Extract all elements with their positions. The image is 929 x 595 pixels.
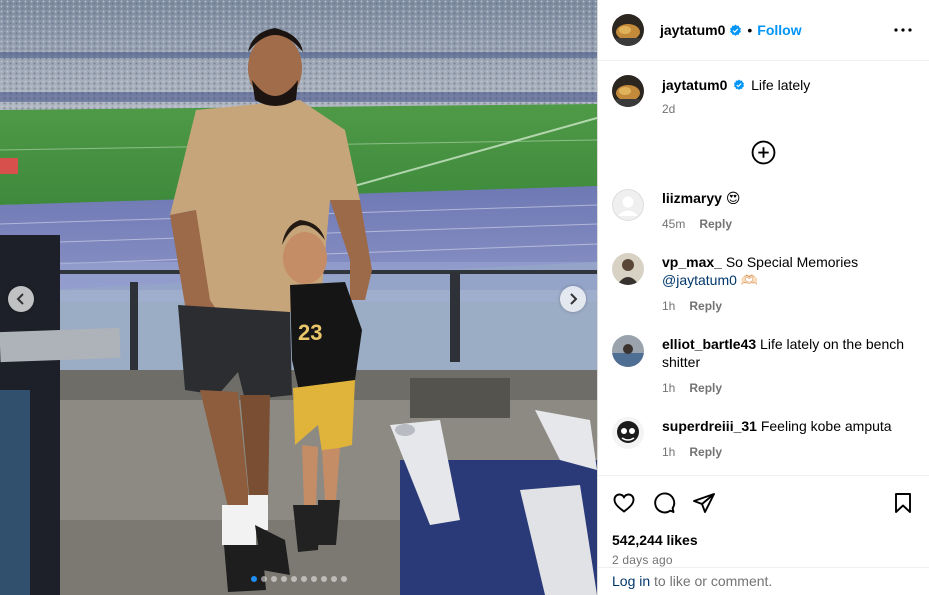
caption-age: 2d xyxy=(662,102,676,116)
login-prompt: Log in to like or comment. xyxy=(598,567,929,595)
caption-username[interactable]: jaytatum0 xyxy=(662,77,727,93)
carousel-dot xyxy=(250,576,257,582)
comment-icon[interactable] xyxy=(652,491,676,515)
post-media[interactable]: 23 xyxy=(0,0,597,595)
comment-age: 45m xyxy=(662,217,686,231)
comment-username[interactable]: superdreiii_31 xyxy=(662,418,757,434)
comment-text: Feeling kobe amputa xyxy=(760,418,892,434)
svg-text:23: 23 xyxy=(298,320,322,345)
login-link[interactable]: Log in xyxy=(612,573,650,589)
comment-item: vp_max_ So Special Memories @jaytatum0 🫶🏻… xyxy=(612,253,915,315)
verified-badge-icon xyxy=(730,24,742,36)
comment-username[interactable]: vp_max_ xyxy=(662,254,722,270)
carousel-dot xyxy=(330,576,337,582)
carousel-indicator xyxy=(0,576,597,582)
comment-item: superdreiii_31 Feeling kobe amputa 1h Rep… xyxy=(612,417,915,461)
add-circle-icon xyxy=(751,140,776,165)
photo-avatar[interactable] xyxy=(612,335,644,367)
post-timestamp: 2 days ago xyxy=(612,553,673,567)
photo-avatar[interactable] xyxy=(612,253,644,285)
default-avatar[interactable] xyxy=(612,189,644,221)
chevron-right-icon xyxy=(570,293,578,305)
author-avatar[interactable] xyxy=(612,14,644,46)
bookmark-icon[interactable] xyxy=(891,491,915,515)
comment-age: 1h xyxy=(662,381,676,395)
post-photo: 23 xyxy=(0,0,597,595)
photo-avatar[interactable] xyxy=(612,417,644,449)
heart-icon[interactable] xyxy=(612,491,636,515)
comment-item: elliot_bartle43 Life lately on the bench… xyxy=(612,335,915,397)
post-header: jaytatum0 • Follow xyxy=(598,0,929,61)
comment-text: 😍 xyxy=(725,190,741,206)
carousel-dot xyxy=(320,576,327,582)
load-more-comments-button[interactable] xyxy=(612,140,915,165)
carousel-next-button[interactable] xyxy=(560,286,586,312)
comments-list[interactable]: jaytatum0 Life lately 2d liizmaryy 😍 45m xyxy=(598,61,929,475)
share-icon[interactable] xyxy=(692,491,716,515)
reply-button[interactable]: Reply xyxy=(689,443,722,461)
carousel-dot xyxy=(260,576,267,582)
post-actions: 542,244 likes 2 days ago Log in to like … xyxy=(598,475,929,595)
comment-username[interactable]: liizmaryy xyxy=(662,190,722,206)
reply-button[interactable]: Reply xyxy=(689,297,722,315)
comment-mention-link[interactable]: @jaytatum0 xyxy=(662,272,737,288)
comment-age: 1h xyxy=(662,299,676,313)
reply-button[interactable]: Reply xyxy=(699,215,732,233)
comment-username[interactable]: elliot_bartle43 xyxy=(662,336,756,352)
carousel-prev-button[interactable] xyxy=(8,286,34,312)
comment-item: liizmaryy 😍 45m Reply xyxy=(612,189,915,233)
author-avatar[interactable] xyxy=(612,75,644,107)
header-separator: • xyxy=(747,22,753,38)
action-icons xyxy=(612,488,915,518)
carousel-dot xyxy=(280,576,287,582)
post-caption: jaytatum0 Life lately 2d xyxy=(612,75,915,118)
comment-age: 1h xyxy=(662,445,676,459)
likes-count[interactable]: 542,244 likes xyxy=(612,532,915,548)
carousel-dot xyxy=(310,576,317,582)
reply-button[interactable]: Reply xyxy=(689,379,722,397)
post-sidebar: jaytatum0 • Follow jaytatum0 Life lately xyxy=(597,0,929,595)
follow-button[interactable]: Follow xyxy=(757,22,801,38)
carousel-dot xyxy=(290,576,297,582)
login-prompt-text: to like or comment. xyxy=(650,573,773,589)
carousel-dot xyxy=(300,576,307,582)
comment-text: So Special Memories xyxy=(725,254,859,270)
author-username[interactable]: jaytatum0 xyxy=(660,22,725,38)
verified-badge-icon xyxy=(734,79,745,90)
caption-text: Life lately xyxy=(751,77,811,93)
carousel-dot xyxy=(270,576,277,582)
comment-emoji: 🫶🏻 xyxy=(740,272,759,288)
chevron-left-icon xyxy=(16,293,24,305)
more-options-icon[interactable] xyxy=(891,18,915,42)
carousel-dot xyxy=(340,576,347,582)
instagram-post-view: 23 jaytatum0 • Follow jaytatum0 Life lat… xyxy=(0,0,929,595)
